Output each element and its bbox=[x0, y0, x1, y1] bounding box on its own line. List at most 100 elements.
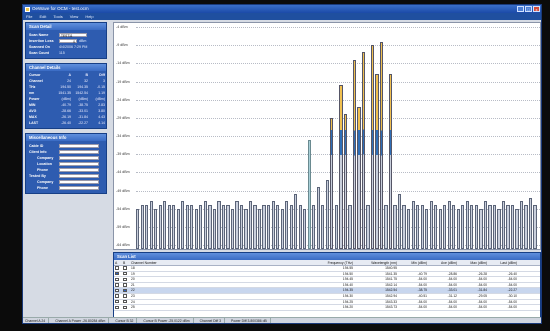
chart-bar bbox=[488, 205, 492, 249]
misc-info-field[interactable] bbox=[59, 179, 99, 185]
min-power-value: -54.00 bbox=[417, 277, 427, 282]
channel-details-title: Channel Details bbox=[26, 64, 106, 71]
misc-info-field[interactable] bbox=[59, 167, 99, 173]
scan-count-value: 115 bbox=[59, 51, 65, 55]
cursor-b-checkbox[interactable] bbox=[123, 277, 127, 282]
misc-info-field[interactable] bbox=[59, 155, 99, 161]
scan-list-column-header[interactable]: Wavelength (nm) bbox=[354, 260, 398, 265]
channel-details-row-label: AVG bbox=[29, 109, 37, 113]
cursor-b-checkbox[interactable] bbox=[123, 305, 127, 310]
misc-info-field[interactable] bbox=[59, 161, 99, 167]
scan-list-column-header[interactable]: Max (dBm) bbox=[458, 260, 488, 265]
chart-bar bbox=[397, 194, 402, 249]
cursor-a-checkbox[interactable] bbox=[115, 266, 119, 270]
max-power-value: -31.84 bbox=[477, 288, 487, 293]
cursor-a-checkbox-cell bbox=[114, 299, 122, 305]
misc-info-field[interactable] bbox=[59, 143, 99, 149]
cursor-b-checkbox[interactable] bbox=[123, 299, 127, 304]
menu-help[interactable]: Help bbox=[85, 13, 93, 20]
menu-tools[interactable]: Tools bbox=[53, 13, 62, 20]
chart-bar bbox=[289, 205, 293, 249]
cursor-b-checkbox-cell bbox=[122, 277, 130, 282]
misc-info-label: Location bbox=[37, 162, 52, 166]
max-power-value: -54.00 bbox=[477, 282, 487, 287]
wavelength-value: 1540.95 bbox=[385, 266, 397, 270]
misc-info-label: Company bbox=[37, 156, 54, 160]
ave-power-value bbox=[428, 266, 458, 271]
ave-power-value: -28.86 bbox=[447, 271, 457, 276]
min-power-value: -40.79 bbox=[417, 271, 427, 276]
scan-list-column-header[interactable]: Frequency (THz) bbox=[310, 260, 354, 265]
chart-bar bbox=[334, 205, 338, 249]
cursor-a-checkbox[interactable] bbox=[115, 283, 119, 287]
channel-details-value: (dBm) bbox=[61, 97, 71, 101]
maximize-button[interactable]: □ bbox=[525, 6, 532, 12]
wavelength-value: 1542.54 bbox=[385, 288, 397, 293]
chart-bar bbox=[339, 85, 343, 249]
y-tick-label: -19 dBm bbox=[116, 79, 130, 84]
frequency-value: 194.30 bbox=[342, 293, 353, 298]
channel-number: 18 bbox=[131, 266, 135, 270]
ave-power-value: -54.00 bbox=[447, 305, 457, 310]
misc-info-field[interactable] bbox=[59, 185, 99, 191]
y-tick-label: -14 dBm bbox=[116, 61, 130, 66]
chart-bar bbox=[510, 205, 515, 249]
app-logo-icon bbox=[25, 6, 30, 12]
last-power-value: -54.00 bbox=[507, 282, 517, 287]
status-item: Channel A Power -26.80284 dBm bbox=[55, 318, 110, 323]
scan-list-column-header[interactable]: Channel Number bbox=[130, 260, 310, 265]
scan-list-row[interactable]: 25 194.20 1543.73 -54.00 -54.00 -54.00 -54.00 bbox=[114, 305, 540, 311]
menu-file[interactable]: File bbox=[26, 13, 32, 20]
y-tick-label: -64 dBm bbox=[116, 243, 130, 247]
channel-details-value: 1542.54 bbox=[75, 91, 88, 95]
cursor-b-checkbox-cell bbox=[122, 283, 130, 288]
menu-view[interactable]: View bbox=[70, 13, 79, 20]
scan-list-column-header[interactable]: A bbox=[114, 260, 122, 265]
insertion-loss-field[interactable]: 0 bbox=[59, 38, 77, 44]
cursor-a-checkbox[interactable] bbox=[115, 305, 119, 310]
scan-list-column-header[interactable]: Ave (dBm) bbox=[428, 260, 458, 265]
cursor-b-checkbox[interactable] bbox=[123, 266, 127, 270]
chart-bar bbox=[158, 205, 162, 249]
cursor-a-checkbox[interactable] bbox=[115, 271, 119, 276]
cursor-a-checkbox[interactable] bbox=[115, 299, 119, 304]
scan-list-column-header[interactable]: B bbox=[122, 260, 130, 265]
misc-info-field[interactable] bbox=[59, 173, 99, 179]
chart-bar bbox=[257, 208, 262, 249]
cursor-a-checkbox[interactable] bbox=[115, 277, 119, 282]
cursor-b-checkbox[interactable] bbox=[123, 271, 127, 276]
misc-info-field[interactable] bbox=[59, 149, 99, 155]
channel-details-header-cell: B bbox=[85, 73, 88, 77]
scan-list-column-header[interactable]: Last (dBm) bbox=[488, 260, 518, 265]
cursor-b-checkbox[interactable] bbox=[123, 294, 127, 298]
last-power-value: -22.27 bbox=[507, 288, 517, 293]
minimize-button[interactable]: _ bbox=[517, 6, 524, 12]
cursor-b-checkbox-cell bbox=[122, 288, 130, 293]
chart-bar bbox=[208, 205, 212, 249]
scan-name-field[interactable]: TEST11 bbox=[59, 32, 87, 38]
cursor-b-checkbox[interactable] bbox=[123, 288, 127, 293]
max-power-value: -54.00 bbox=[477, 305, 487, 310]
scan-list-column-header[interactable]: Min (dBm) bbox=[398, 260, 428, 265]
y-tick-label: -54 dBm bbox=[116, 206, 130, 211]
chart-bar bbox=[434, 205, 438, 249]
cursor-a-checkbox[interactable] bbox=[115, 294, 119, 298]
chart-bar bbox=[154, 208, 158, 249]
max-power-value: -26.28 bbox=[477, 271, 487, 276]
chart-bar bbox=[176, 208, 180, 249]
chart-bar bbox=[425, 208, 429, 249]
min-power-value: -40.51 bbox=[417, 293, 427, 298]
channel-details-value: (dBm) bbox=[95, 97, 105, 101]
channel-number: 24 bbox=[131, 299, 135, 304]
cursor-a-checkbox[interactable] bbox=[115, 288, 119, 293]
chart-bar bbox=[298, 205, 302, 249]
close-button[interactable]: x bbox=[533, 6, 540, 12]
cursor-a-checkbox-cell bbox=[114, 294, 122, 299]
channel-details-value: 4.43 bbox=[98, 115, 105, 119]
menu-edit[interactable]: Edit bbox=[39, 13, 46, 20]
chart-bar bbox=[492, 205, 497, 249]
cursor-b-checkbox[interactable] bbox=[123, 283, 127, 287]
chart-bar bbox=[217, 201, 221, 249]
y-tick-label: -29 dBm bbox=[116, 115, 130, 120]
chart-bar bbox=[506, 205, 510, 249]
